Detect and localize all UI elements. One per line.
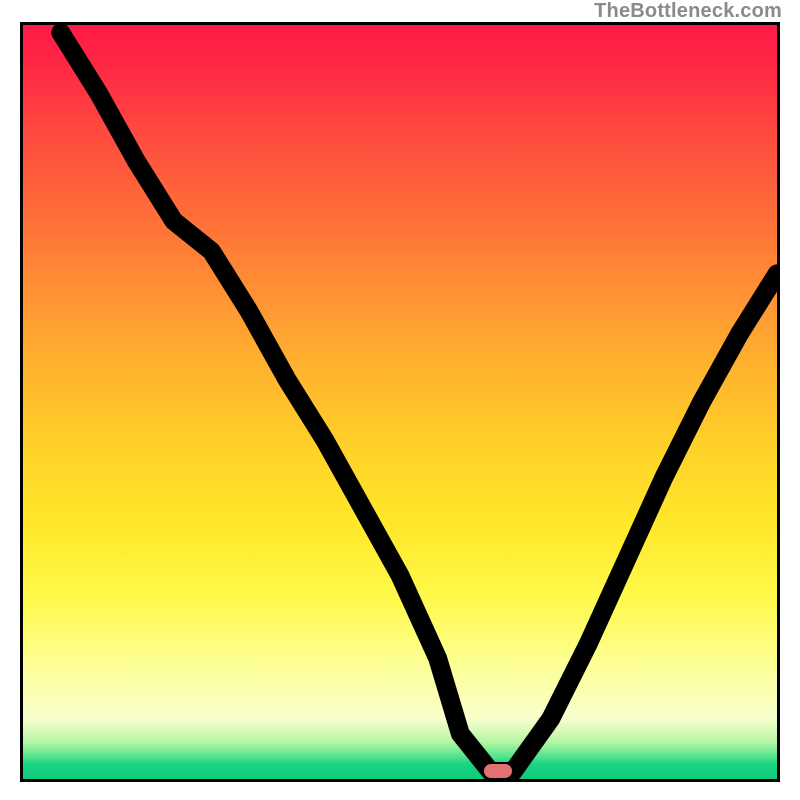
optimal-point-marker: [484, 764, 512, 778]
chart-container: TheBottleneck.com: [0, 0, 800, 800]
watermark-text: TheBottleneck.com: [594, 0, 782, 23]
plot-area: [20, 22, 780, 782]
curve-path: [61, 33, 777, 772]
bottleneck-curve: [23, 25, 777, 779]
